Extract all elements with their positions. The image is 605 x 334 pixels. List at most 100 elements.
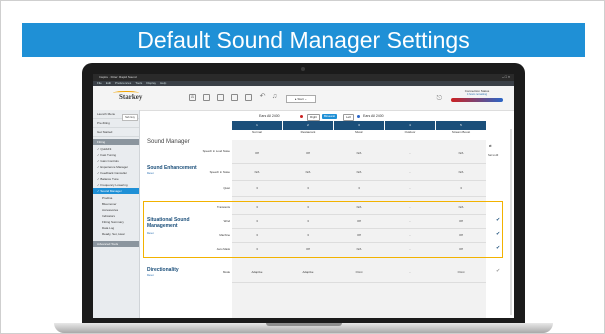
sidebar-subitem[interactable]: Ready, Set, Hear [93, 231, 139, 237]
save-icon[interactable] [231, 94, 238, 101]
setting-cell[interactable]: - [386, 186, 434, 190]
setting-cell[interactable]: - [386, 247, 434, 251]
slide-title: Default Sound Manager Settings [137, 27, 470, 53]
window-controls[interactable]: – □ × [502, 74, 510, 81]
checkbox-icon[interactable]: ✔ [496, 217, 500, 223]
laptop-base [54, 323, 553, 333]
sidebar-group-advanced[interactable]: Advanced Tools [93, 241, 139, 247]
open-icon[interactable] [217, 94, 224, 101]
row-divider [232, 242, 486, 243]
menu-file[interactable]: File [97, 81, 102, 85]
setting-cell[interactable]: 3 [233, 247, 281, 251]
setting-cell[interactable]: - [386, 205, 434, 209]
setting-cell[interactable]: N/A [437, 151, 485, 155]
setting-cell[interactable]: N/A [335, 151, 383, 155]
left-ear-button[interactable]: Left [343, 114, 355, 121]
sidebar-tag[interactable]: Sub Guy [122, 114, 138, 121]
setting-cell[interactable]: - [386, 270, 434, 274]
row-divider [232, 196, 486, 197]
setting-cell[interactable]: 3 [284, 233, 332, 237]
undo-icon[interactable]: ↶ [259, 93, 266, 101]
setting-cell[interactable]: 3 [233, 219, 281, 223]
left-ear-icon [357, 115, 360, 118]
checkbox-icon[interactable]: ✔ [496, 231, 500, 237]
setting-cell[interactable]: 3 [437, 186, 485, 190]
new-icon[interactable] [203, 94, 210, 101]
menu-help[interactable]: Help [160, 81, 166, 85]
setting-cell[interactable]: N/A [284, 170, 332, 174]
set-to-all-button[interactable]: Set to All [488, 154, 498, 157]
setting-cell[interactable]: N/A [437, 205, 485, 209]
ears-link-left[interactable]: Ears All 2400 [259, 112, 280, 121]
setting-cell[interactable]: Off [437, 219, 485, 223]
row-label: Auto Mask [216, 247, 230, 251]
setting-cell[interactable]: 3 [284, 219, 332, 223]
right-ear-button[interactable]: Right [307, 114, 321, 121]
patient-icon[interactable]: ♙ [189, 94, 196, 101]
row-label: Transients [217, 205, 230, 209]
section-reset-link[interactable]: Reset [147, 232, 154, 235]
setting-cell[interactable]: 3 [335, 186, 383, 190]
sidebar-item-label: QuickFit [100, 147, 112, 151]
menu-preferences[interactable]: Preferences [115, 81, 131, 85]
sidebar-item-get-started[interactable]: Get Started [93, 128, 139, 137]
setting-cell[interactable]: N/A [233, 170, 281, 174]
setting-cell[interactable]: N/A [437, 170, 485, 174]
column-number: 4 [409, 123, 411, 127]
setting-cell[interactable]: Off [335, 219, 383, 223]
menu-display[interactable]: Display [146, 81, 156, 85]
sidebar-item-label: Frequency Lowering [100, 183, 128, 187]
sidebar-item-label: Experience Manager [100, 165, 129, 169]
checkbox-icon[interactable]: ✔ [496, 268, 500, 274]
setting-cell[interactable]: N/A [335, 205, 383, 209]
sidebar-item-sound-manager[interactable]: ✓ Sound Manager [93, 188, 139, 194]
setting-cell[interactable]: 3 [233, 233, 281, 237]
setting-cell[interactable]: 3 [284, 205, 332, 209]
scrollbar[interactable] [510, 129, 512, 315]
setting-cell[interactable]: Off [335, 233, 383, 237]
music-icon[interactable]: ♫ [271, 93, 278, 101]
row-divider [232, 282, 486, 283]
setting-cell[interactable]: N/A [335, 170, 383, 174]
setting-cell[interactable]: Off [284, 247, 332, 251]
setting-cell[interactable]: 3 [233, 205, 281, 209]
binaural-button[interactable]: Binaural [322, 114, 338, 119]
sidebar-item-label: Feedback Canceller [100, 171, 128, 175]
program-column-5[interactable]: 5 Stream Boost [436, 121, 486, 135]
setting-cell[interactable]: Adaptive [284, 270, 332, 274]
setting-cell[interactable]: - [386, 170, 434, 174]
setting-cell[interactable]: Omni [437, 270, 485, 274]
setting-cell[interactable]: Omni [335, 270, 383, 274]
ears-link-right[interactable]: Ears All 2400 [363, 112, 384, 121]
checkbox-icon[interactable]: ✔ [496, 245, 500, 251]
setting-cell[interactable]: - [386, 151, 434, 155]
setting-cell[interactable]: Adaptive [233, 270, 281, 274]
menu-tools[interactable]: Tools [135, 81, 142, 85]
setting-cell[interactable]: 3 [233, 186, 281, 190]
setting-cell[interactable]: Off [437, 233, 485, 237]
setting-cell[interactable]: N/A [335, 247, 383, 251]
sidebar-group-fitting[interactable]: Fitting [93, 139, 139, 145]
setting-cell[interactable]: Off [284, 151, 332, 155]
link-icon[interactable]: ⇄ [489, 144, 492, 148]
column-number: 2 [307, 123, 309, 127]
row-label: Machine [219, 233, 230, 237]
hearing-aid-icon[interactable]: ⎋ [436, 95, 442, 103]
brand-logo: Starkey [119, 93, 143, 101]
program-column-4[interactable]: 4 Outdoor [385, 121, 435, 135]
program-column-3[interactable]: 3 Music [334, 121, 384, 135]
setting-cell[interactable]: Off [437, 247, 485, 251]
program-column-1[interactable]: 1 Normal [232, 121, 282, 135]
sidebar-item-label: Gain Controls [100, 159, 119, 163]
setting-cell[interactable]: - [386, 219, 434, 223]
section-reset-link[interactable]: Reset [147, 172, 154, 175]
setting-cell[interactable]: Off [233, 151, 281, 155]
setting-cell[interactable]: 3 [284, 186, 332, 190]
setting-cell[interactable]: - [386, 233, 434, 237]
program-icon[interactable] [245, 94, 252, 101]
section-reset-link[interactable]: Reset [147, 274, 154, 277]
menu-edit[interactable]: Edit [106, 81, 111, 85]
program-column-2[interactable]: 2 Restaurant [283, 121, 333, 135]
slide: Default Sound Manager Settings Inspire ·… [0, 0, 605, 334]
program-dropdown[interactable]: ▸ Start ⌄ [286, 95, 316, 103]
